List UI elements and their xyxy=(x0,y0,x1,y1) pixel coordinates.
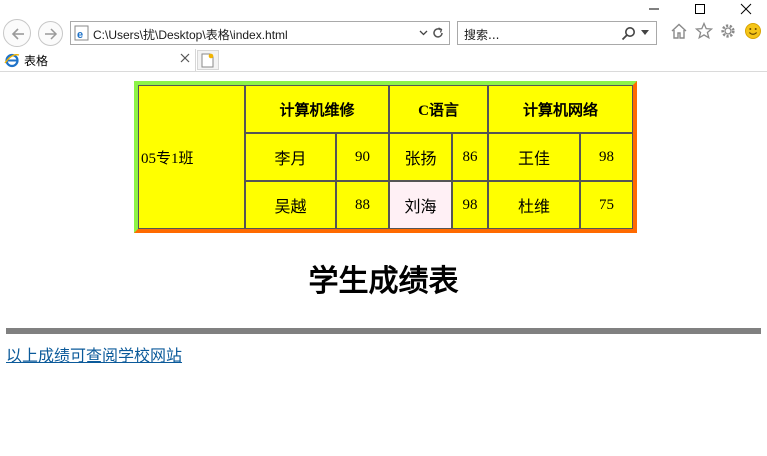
student-name-cell: 杜维 xyxy=(488,181,580,229)
settings-gear-icon[interactable] xyxy=(719,22,737,40)
subject-header-network: 计算机网络 xyxy=(488,85,633,133)
svg-text:e: e xyxy=(77,29,83,41)
ie-favicon-icon xyxy=(4,53,20,68)
subject-header-c-language: C语言 xyxy=(389,85,488,133)
feedback-smiley-icon[interactable] xyxy=(744,22,762,40)
close-icon xyxy=(740,3,752,15)
student-name-cell: 李月 xyxy=(245,133,336,181)
page-title: 学生成绩表 xyxy=(308,265,459,298)
school-website-link[interactable]: 以上成绩可查阅学校网站 xyxy=(6,342,182,366)
student-name-cell: 王佳 xyxy=(488,133,580,181)
favorites-star-icon[interactable] xyxy=(695,22,713,40)
score-cell: 88 xyxy=(336,181,389,229)
score-cell: 98 xyxy=(452,181,488,229)
maximize-icon xyxy=(695,4,705,14)
tab-close-icon[interactable] xyxy=(180,53,190,63)
forward-icon xyxy=(45,28,58,40)
back-button[interactable] xyxy=(3,19,31,47)
address-dropdown-icon[interactable] xyxy=(419,28,428,37)
refresh-icon[interactable] xyxy=(431,26,445,40)
tab-strip: 表格 xyxy=(0,49,767,72)
student-name-cell: 张扬 xyxy=(389,133,452,181)
tab-active[interactable]: 表格 xyxy=(0,49,196,71)
navigation-bar: e C:\Users\扰\Desktop\表格\index.html 搜索... xyxy=(0,18,767,48)
score-cell: 98 xyxy=(580,133,633,181)
score-cell: 75 xyxy=(580,181,633,229)
search-input[interactable]: 搜索... xyxy=(464,26,499,43)
class-name-cell: 05专1班 xyxy=(138,85,245,229)
student-name-cell-highlighted: 刘海 xyxy=(389,181,452,229)
score-cell: 90 xyxy=(336,133,389,181)
minimize-icon xyxy=(649,8,659,10)
address-bar[interactable]: e C:\Users\扰\Desktop\表格\index.html xyxy=(70,21,450,45)
subject-header-repair: 计算机维修 xyxy=(245,85,389,133)
new-tab-button[interactable] xyxy=(197,50,219,70)
table-header-row: 05专1班 计算机维修 C语言 计算机网络 xyxy=(138,85,633,229)
maximize-button[interactable] xyxy=(677,0,723,18)
ie-page-icon: e xyxy=(74,25,89,41)
forward-button[interactable] xyxy=(38,21,63,46)
window-caption-bar xyxy=(0,0,767,18)
student-name-cell: 吴越 xyxy=(245,181,336,229)
score-table: 05专1班 计算机维修 C语言 计算机网络 李月 90 张扬 86 王佳 98 … xyxy=(134,81,637,233)
close-button[interactable] xyxy=(723,0,767,18)
back-icon xyxy=(11,28,24,40)
search-dropdown-icon[interactable] xyxy=(641,30,650,36)
search-bar[interactable]: 搜索... xyxy=(457,21,657,45)
tab-title: 表格 xyxy=(24,54,49,68)
score-cell: 86 xyxy=(452,133,488,181)
address-text[interactable]: C:\Users\扰\Desktop\表格\index.html xyxy=(93,26,288,43)
new-tab-icon xyxy=(201,53,214,68)
minimize-button[interactable] xyxy=(631,0,677,18)
search-icon[interactable] xyxy=(621,26,636,41)
home-icon[interactable] xyxy=(670,22,688,40)
horizontal-rule xyxy=(6,328,761,334)
